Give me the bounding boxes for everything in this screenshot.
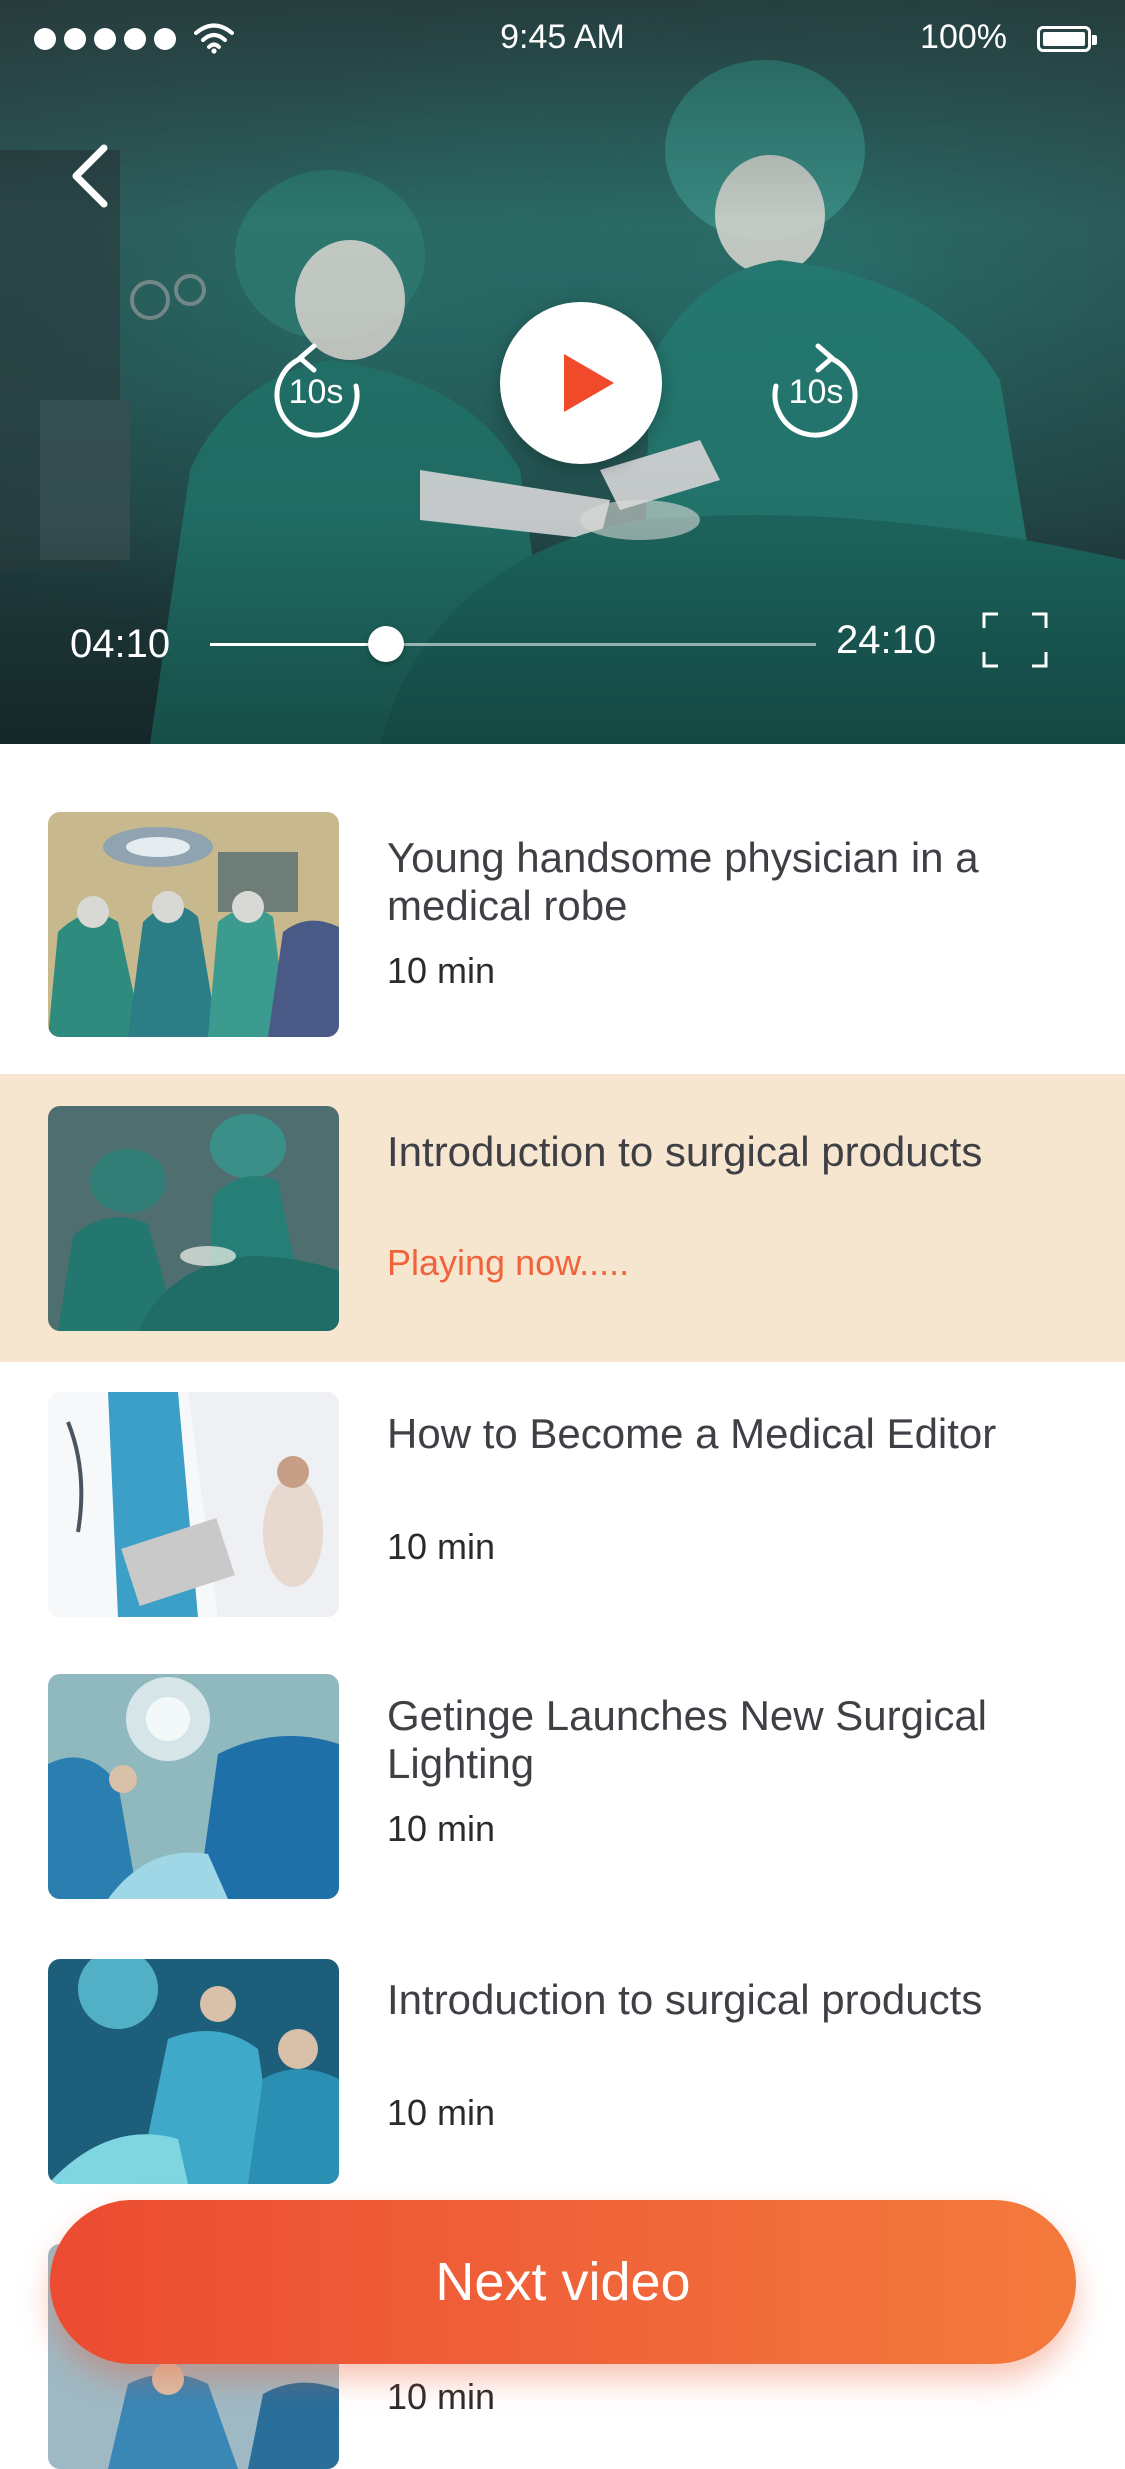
video-duration: 10 min: [387, 950, 496, 991]
replay-10-label: 10s: [288, 373, 344, 411]
playlist-item-active[interactable]: Introduction to surgical products Playin…: [0, 1074, 1125, 1362]
video-title: How to Become a Medical Editor: [387, 1410, 997, 1457]
next-video-button[interactable]: Next video: [50, 2200, 1076, 2364]
back-chevron-icon[interactable]: [62, 140, 122, 212]
video-duration: 10 min: [387, 2376, 496, 2417]
video-thumbnail: [48, 812, 339, 1037]
video-thumbnail: [48, 1392, 339, 1617]
forward-10-label: 10s: [788, 373, 844, 411]
progress-fill: [210, 643, 386, 646]
elapsed-time: 04:10: [70, 622, 171, 666]
progress-track[interactable]: [210, 626, 816, 662]
video-duration: 10 min: [387, 1526, 496, 1567]
battery-percentage: 100%: [920, 18, 1007, 56]
play-icon: [564, 354, 614, 412]
video-duration: 10 min: [387, 1808, 496, 1849]
video-title: Introduction to surgical products: [387, 1976, 983, 2023]
replay-10-button[interactable]: 10s: [262, 340, 370, 448]
video-thumbnail: [48, 1674, 339, 1899]
video-player[interactable]: 9:45 AM 100% 10s 10s 04:10 24:10: [0, 0, 1125, 744]
playing-now-status: Playing now.....: [387, 1242, 630, 1283]
video-title: Young handsome physician in a medical ro…: [387, 834, 979, 929]
status-bar: 9:45 AM 100%: [0, 0, 1125, 78]
video-thumbnail: [48, 1106, 339, 1331]
playlist-item[interactable]: How to Become a Medical Editor 10 min: [0, 1362, 1125, 1646]
playlist-item[interactable]: Introduction to surgical products 10 min: [0, 1930, 1125, 2214]
video-title: Introduction to surgical products: [387, 1128, 983, 1175]
playlist-item[interactable]: Young handsome physician in a medical ro…: [0, 790, 1125, 1070]
forward-10-button[interactable]: 10s: [762, 340, 870, 448]
fullscreen-icon[interactable]: [982, 612, 1048, 668]
total-duration: 24:10: [836, 618, 937, 662]
video-thumbnail: [48, 1959, 339, 2184]
battery-icon: [1037, 26, 1097, 52]
play-button[interactable]: [500, 302, 662, 464]
video-title: Getinge Launches New Surgical Lighting: [387, 1692, 988, 1787]
video-duration: 10 min: [387, 2092, 496, 2133]
progress-knob[interactable]: [367, 626, 404, 662]
playlist-item[interactable]: Getinge Launches New Surgical Lighting 1…: [0, 1646, 1125, 1930]
